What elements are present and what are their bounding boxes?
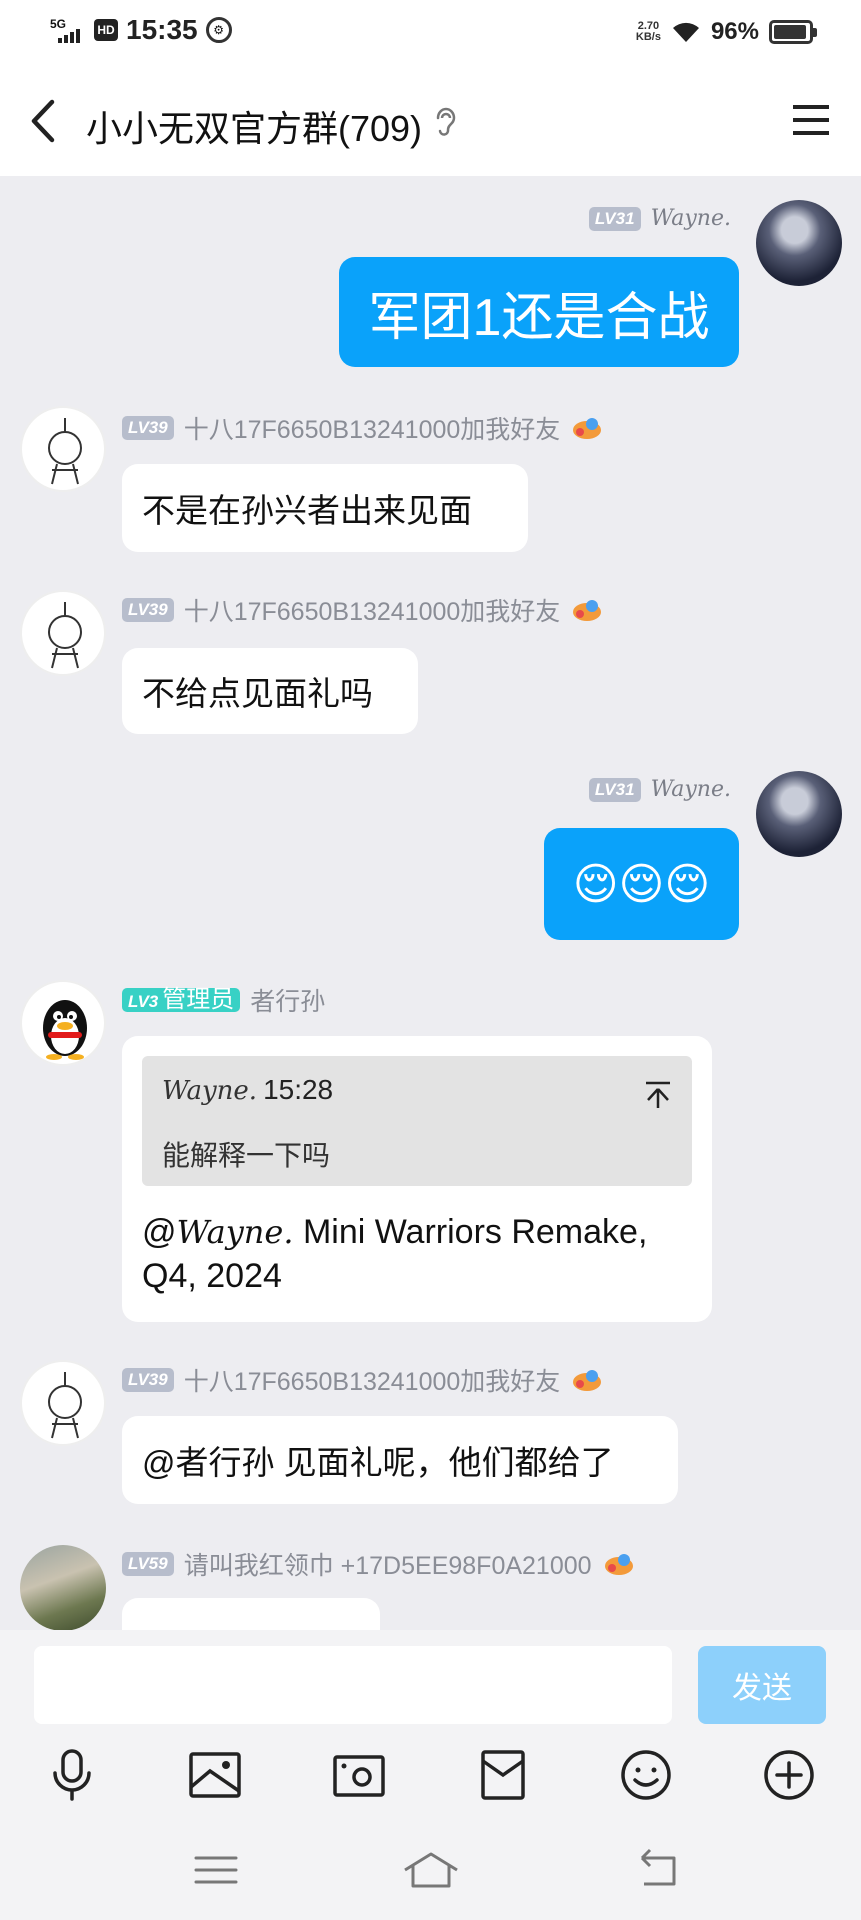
more-button[interactable] bbox=[754, 1740, 824, 1810]
sender-name[interactable]: 十八17F6650B13241000加我好友 bbox=[184, 592, 561, 628]
message-bubble[interactable]: @者行孙 见面礼呢，他们都给了 bbox=[122, 1416, 678, 1504]
message-bubble[interactable]: 军团1还是合战 bbox=[339, 257, 739, 367]
level-badge: LV31 bbox=[588, 206, 641, 231]
emoji-icon bbox=[621, 1750, 671, 1800]
ear-icon[interactable] bbox=[430, 104, 460, 138]
back-button[interactable] bbox=[24, 96, 64, 146]
avatar[interactable] bbox=[756, 200, 842, 286]
message-input[interactable] bbox=[34, 1646, 672, 1724]
battery-percent: 96% bbox=[710, 18, 759, 45]
admin-badge: LV3 管理员 bbox=[122, 986, 241, 1013]
quote-text: 能解释一下吗 bbox=[162, 1140, 331, 1171]
message-bubble[interactable]: 不是在孙兴者出来见面 bbox=[122, 464, 528, 552]
home-icon[interactable] bbox=[401, 1840, 461, 1900]
send-button[interactable]: 发送 bbox=[698, 1646, 826, 1724]
message-text: @Wayne. Mini Warriors Remake, Q4, 2024 bbox=[142, 1210, 682, 1298]
avatar[interactable] bbox=[20, 406, 106, 492]
title-badge-icon bbox=[573, 1370, 602, 1391]
image-icon bbox=[189, 1752, 241, 1798]
message-meta: LV39 十八17F6650B13241000加我好友 bbox=[122, 592, 604, 628]
avatar[interactable] bbox=[20, 1360, 106, 1446]
message-bubble[interactable]: Wayne. 15:28 能解释一下吗 @Wayne. Mini Warrior… bbox=[122, 1036, 712, 1322]
quoted-message[interactable]: Wayne. 15:28 能解释一下吗 bbox=[142, 1056, 692, 1186]
avatar[interactable] bbox=[20, 590, 106, 676]
wifi-icon bbox=[672, 22, 699, 42]
level-badge: LV39 bbox=[122, 598, 174, 622]
sender-name[interactable]: 十八17F6650B13241000加我好友 bbox=[184, 1362, 561, 1398]
level-badge: LV39 bbox=[122, 416, 174, 440]
title-badge-icon bbox=[573, 600, 602, 621]
microphone-icon bbox=[53, 1749, 91, 1801]
avatar[interactable] bbox=[20, 980, 106, 1066]
sender-name[interactable]: 请叫我红领巾 +17D5EE98F0A21000 bbox=[184, 1546, 592, 1582]
camera-button[interactable] bbox=[324, 1740, 394, 1810]
signal-icon: 5G bbox=[48, 15, 86, 45]
hd-icon: HD bbox=[94, 19, 118, 41]
level-badge: LV31 bbox=[588, 777, 641, 802]
mention-at: @ bbox=[142, 1213, 177, 1251]
message-meta: LV31 Wayne. bbox=[588, 206, 731, 231]
quote-time: 15:28 bbox=[263, 1074, 334, 1105]
red-packet-icon bbox=[481, 1750, 525, 1800]
network-speed: 2.70 KB/s bbox=[636, 21, 661, 43]
menu-icon[interactable] bbox=[791, 102, 831, 138]
message-meta: LV59 请叫我红领巾 +17D5EE98F0A21000 bbox=[122, 1546, 636, 1582]
emoji-button[interactable] bbox=[611, 1740, 681, 1810]
voice-button[interactable] bbox=[37, 1740, 107, 1810]
role-text: 管理员 bbox=[162, 986, 235, 1013]
status-right: 2.70 KB/s 96% bbox=[636, 18, 817, 46]
message-meta: LV39 十八17F6650B13241000加我好友 bbox=[122, 1362, 604, 1398]
plus-icon bbox=[764, 1750, 814, 1800]
camera-icon bbox=[333, 1755, 385, 1797]
title-badge-icon bbox=[573, 418, 602, 439]
status-bar: 5G HD 15:35 ⚙ 2.70 KB/s 96% bbox=[0, 0, 861, 66]
sender-name[interactable]: 十八17F6650B13241000加我好友 bbox=[184, 410, 561, 446]
back-nav-icon[interactable] bbox=[626, 1840, 686, 1900]
message-meta: LV3 管理员 者行孙 bbox=[122, 982, 325, 1018]
red-packet-button[interactable] bbox=[468, 1740, 538, 1810]
message-meta: LV31 Wayne. bbox=[588, 777, 731, 802]
recent-apps-icon[interactable] bbox=[186, 1840, 246, 1900]
sender-name[interactable]: Wayne. bbox=[651, 777, 731, 802]
level-text: LV3 bbox=[128, 992, 159, 1011]
gallery-button[interactable] bbox=[180, 1740, 250, 1810]
group-title[interactable]: 小小无双官方群(709) bbox=[86, 100, 422, 152]
message-meta: LV39 十八17F6650B13241000加我好友 bbox=[122, 410, 604, 446]
composer: 发送 bbox=[0, 1630, 861, 1920]
quote-author: Wayne. bbox=[162, 1076, 258, 1106]
speed-unit: KB/s bbox=[635, 31, 661, 43]
jump-to-quote-icon[interactable] bbox=[644, 1080, 672, 1110]
chat-header: 小小无双官方群(709) bbox=[0, 66, 861, 176]
mention-name[interactable]: Wayne. bbox=[177, 1213, 294, 1251]
notification-icon: ⚙ bbox=[205, 17, 232, 43]
title-badge-icon bbox=[604, 1554, 633, 1575]
sender-name[interactable]: 者行孙 bbox=[250, 982, 325, 1018]
battery-icon bbox=[769, 20, 817, 44]
level-badge: LV59 bbox=[122, 1552, 174, 1576]
avatar[interactable] bbox=[756, 771, 842, 857]
avatar[interactable] bbox=[20, 1545, 106, 1631]
quote-header: Wayne. 15:28 bbox=[162, 1074, 333, 1106]
message-bubble[interactable]: 不给点见面礼吗 bbox=[122, 648, 418, 734]
message-bubble[interactable]: 😌😌😌 bbox=[544, 828, 739, 940]
status-time: 15:35 bbox=[126, 14, 198, 45]
sender-name[interactable]: Wayne. bbox=[651, 206, 731, 231]
status-left: 5G HD 15:35 ⚙ bbox=[48, 14, 232, 46]
level-badge: LV39 bbox=[122, 1368, 174, 1392]
